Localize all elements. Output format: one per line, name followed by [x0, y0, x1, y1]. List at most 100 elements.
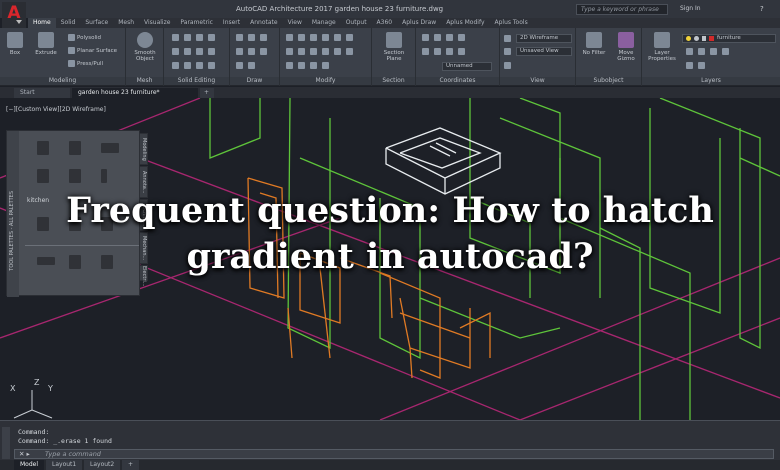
tab-a360[interactable]: A360	[372, 18, 398, 28]
3d-mirror-icon[interactable]	[322, 62, 329, 69]
extrude-button[interactable]: Extrude	[32, 32, 60, 56]
saved-view-dropdown[interactable]: Unsaved View	[516, 47, 572, 56]
palette-item-counter[interactable]	[37, 169, 49, 183]
tab-layout1[interactable]: Layout1	[46, 460, 83, 470]
subobject-panel-label[interactable]: Subobject	[576, 77, 641, 85]
palette-tab-modeling[interactable]: Modeling	[139, 133, 148, 165]
layer-freeze-icon[interactable]	[710, 48, 717, 55]
slice-icon[interactable]	[208, 34, 215, 41]
tab-model[interactable]: Model	[14, 460, 45, 470]
sign-in-button[interactable]: Sign In	[680, 5, 701, 12]
tab-aplus-modify[interactable]: Aplus Modify	[441, 18, 489, 28]
box-button[interactable]: Box	[4, 32, 26, 56]
interfere-icon[interactable]	[172, 62, 179, 69]
3d-move-icon[interactable]	[298, 62, 305, 69]
line-icon[interactable]	[236, 34, 243, 41]
tab-surface[interactable]: Surface	[80, 18, 113, 28]
presspull-button[interactable]: Press/Pull	[68, 60, 103, 67]
visual-style-dropdown[interactable]: 2D Wireframe	[516, 34, 572, 43]
tab-visualize[interactable]: Visualize	[139, 18, 175, 28]
tab-layout2[interactable]: Layout2	[84, 460, 121, 470]
palette-item-fridge[interactable]	[69, 169, 81, 183]
erase-icon[interactable]	[322, 48, 329, 55]
spline-icon[interactable]	[248, 62, 255, 69]
tab-drawing[interactable]: garden house 23 furniture*	[72, 88, 198, 98]
subtract-icon[interactable]	[184, 34, 191, 41]
extract-edges-icon[interactable]	[172, 48, 179, 55]
thicken-icon[interactable]	[208, 48, 215, 55]
tab-home[interactable]: Home	[28, 18, 56, 28]
tab-solid[interactable]: Solid	[56, 18, 81, 28]
tab-parametric[interactable]: Parametric	[175, 18, 218, 28]
application-menu-button[interactable]: A	[2, 2, 26, 28]
layers-panel-label[interactable]: Layers	[642, 77, 780, 85]
palette-item-cabinet[interactable]	[37, 141, 49, 155]
stretch-icon[interactable]	[286, 48, 293, 55]
layer-isolate-icon[interactable]	[698, 48, 705, 55]
section-plane-button[interactable]: Section Plane	[376, 32, 412, 62]
hatch-icon[interactable]	[260, 48, 267, 55]
arc-icon[interactable]	[236, 48, 243, 55]
layer-off-icon[interactable]	[686, 48, 693, 55]
ucs-world-icon[interactable]	[434, 34, 441, 41]
viewport-config-icon[interactable]	[504, 62, 511, 69]
ucs-icon[interactable]	[422, 34, 429, 41]
array-icon[interactable]	[310, 48, 317, 55]
section-panel-label[interactable]: Section	[372, 77, 415, 85]
ucs-face-icon[interactable]	[434, 48, 441, 55]
layer-lock-icon[interactable]	[722, 48, 729, 55]
rotate-icon[interactable]	[298, 34, 305, 41]
new-tab-button[interactable]: +	[200, 88, 214, 98]
ucs-view-icon[interactable]	[458, 48, 465, 55]
ucs-x-icon[interactable]	[446, 34, 453, 41]
copy-icon[interactable]	[322, 34, 329, 41]
offset-edge-icon[interactable]	[208, 62, 215, 69]
match-layer-icon[interactable]	[698, 62, 705, 69]
explode-icon[interactable]	[334, 48, 341, 55]
trim-icon[interactable]	[310, 34, 317, 41]
modify-panel-label[interactable]: Modify	[280, 77, 371, 85]
new-layout-button[interactable]: +	[122, 460, 140, 470]
tab-annotate[interactable]: Annotate	[245, 18, 282, 28]
named-ucs-dropdown[interactable]: Unnamed	[442, 62, 492, 71]
palette-item-cabinet-tall[interactable]	[69, 141, 81, 155]
move-gizmo-button[interactable]: Move Gizmo	[612, 32, 640, 62]
tab-mesh[interactable]: Mesh	[113, 18, 139, 28]
ellipse-icon[interactable]	[236, 62, 243, 69]
shell-icon[interactable]	[196, 62, 203, 69]
separate-icon[interactable]	[196, 48, 203, 55]
search-input[interactable]: Type a keyword or phrase	[576, 4, 668, 15]
tab-view[interactable]: View	[283, 18, 307, 28]
scale-icon[interactable]	[298, 48, 305, 55]
command-input[interactable]: ✕ ▸ Type a command	[14, 449, 774, 459]
tab-manage[interactable]: Manage	[307, 18, 341, 28]
rectangle-icon[interactable]	[248, 48, 255, 55]
tab-output[interactable]: Output	[341, 18, 372, 28]
fillet-icon[interactable]	[346, 34, 353, 41]
close-icon[interactable]: ✕ ▸	[19, 450, 30, 458]
draw-panel-label[interactable]: Draw	[230, 77, 279, 85]
tab-aplus-draw[interactable]: Aplus Draw	[397, 18, 441, 28]
command-window-grip[interactable]	[2, 427, 10, 459]
solid-editing-panel-label[interactable]: Solid Editing	[164, 77, 229, 85]
mirror-icon[interactable]	[334, 34, 341, 41]
viewport-controls[interactable]: [−][Custom View][2D Wireframe]	[6, 106, 106, 113]
ucs-object-icon[interactable]	[446, 48, 453, 55]
extrude-faces-icon[interactable]	[184, 48, 191, 55]
intersect-icon[interactable]	[196, 34, 203, 41]
align-icon[interactable]	[286, 62, 293, 69]
layer-dropdown[interactable]: furniture	[682, 34, 776, 43]
palette-item-panel[interactable]	[101, 169, 107, 183]
smooth-object-button[interactable]: Smooth Object	[130, 32, 160, 62]
make-current-icon[interactable]	[686, 62, 693, 69]
help-button[interactable]: ?	[760, 5, 764, 13]
ucs-y-icon[interactable]	[458, 34, 465, 41]
tab-insert[interactable]: Insert	[218, 18, 245, 28]
view-panel-label[interactable]: View	[500, 77, 575, 85]
polyline-icon[interactable]	[248, 34, 255, 41]
move-icon[interactable]	[286, 34, 293, 41]
no-filter-button[interactable]: No Filter	[580, 32, 608, 56]
circle-icon[interactable]	[260, 34, 267, 41]
polysolid-button[interactable]: Polysolid	[68, 34, 101, 41]
tab-start[interactable]: Start	[14, 88, 70, 98]
